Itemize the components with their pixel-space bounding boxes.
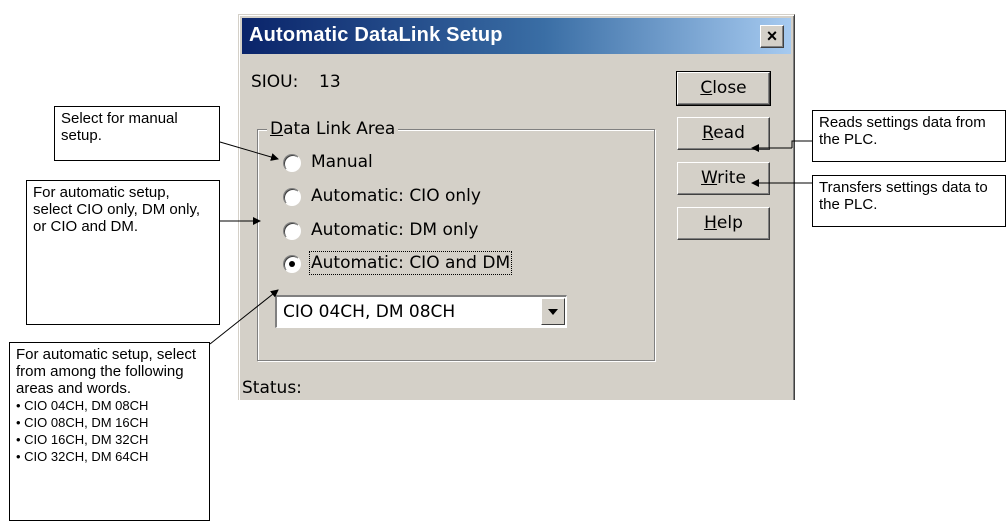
leader-manual — [219, 141, 279, 161]
leader-read — [791, 140, 812, 148]
leader-area-options — [209, 289, 279, 345]
callout-leader-lines — [209, 140, 812, 345]
